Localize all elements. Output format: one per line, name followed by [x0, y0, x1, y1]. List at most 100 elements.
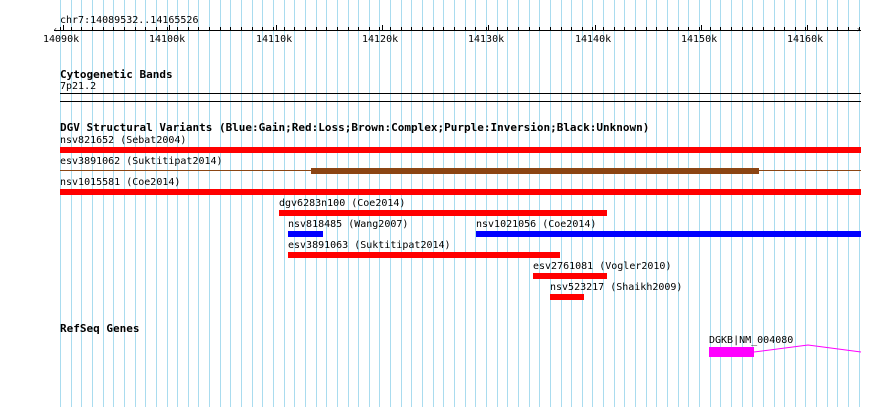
grid-line — [688, 0, 689, 407]
grid-line — [497, 0, 498, 407]
ruler-minor-tick — [284, 27, 285, 30]
ruler-minor-tick — [135, 27, 136, 30]
ruler-tick-label: 14140k — [575, 34, 612, 45]
ruler-minor-tick — [252, 27, 253, 30]
ruler-minor-tick — [571, 27, 572, 30]
ruler-major-tick — [595, 25, 596, 30]
ruler-tick-label: 14100k — [149, 34, 186, 45]
ruler-minor-tick — [379, 27, 380, 30]
variant-bar-nsv523217[interactable] — [550, 294, 584, 300]
ruler-major-tick — [807, 25, 808, 30]
ruler-tick-label: 14160k — [787, 34, 824, 45]
ruler-minor-tick — [475, 27, 476, 30]
variant-label-nsv818485[interactable]: nsv818485 (Wang2007) — [288, 220, 408, 230]
ruler-major-tick — [701, 25, 702, 30]
ruler-minor-tick — [422, 27, 423, 30]
variant-bar-nsv821652[interactable] — [60, 147, 861, 153]
grid-line — [81, 0, 82, 407]
ruler-minor-tick — [337, 27, 338, 30]
ruler-major-tick — [63, 25, 64, 30]
ruler-minor-tick — [859, 27, 860, 30]
ruler-minor-tick — [124, 27, 125, 30]
grid-line — [411, 0, 412, 407]
ruler-minor-tick — [582, 27, 583, 30]
ruler-minor-tick — [699, 27, 700, 30]
ruler-minor-tick — [518, 27, 519, 30]
grid-line — [539, 0, 540, 407]
ruler-minor-tick — [316, 27, 317, 30]
grid-line — [603, 0, 604, 407]
ruler-minor-tick — [198, 27, 199, 30]
ruler-minor-tick — [358, 27, 359, 30]
ruler-tick-label: 14090k — [43, 34, 80, 45]
ruler-minor-tick — [603, 27, 604, 30]
variant-label-nsv1015581[interactable]: nsv1015581 (Coe2014) — [60, 178, 180, 188]
ruler-minor-tick — [529, 27, 530, 30]
grid-line — [177, 0, 178, 407]
variant-label-esv3891063[interactable]: esv3891063 (Suktitipat2014) — [288, 241, 451, 251]
ruler-minor-tick — [369, 27, 370, 30]
ruler-minor-tick — [113, 27, 114, 30]
variant-bar-nsv1015581[interactable] — [60, 189, 861, 195]
variant-bar-nsv1021056[interactable] — [476, 231, 861, 237]
ruler-minor-tick — [177, 27, 178, 30]
ruler-minor-tick — [837, 27, 838, 30]
variant-bar-esv3891062[interactable] — [311, 168, 759, 174]
grid-line — [635, 0, 636, 407]
ruler-minor-tick — [816, 27, 817, 30]
grid-line — [678, 0, 679, 407]
grid-line — [486, 0, 487, 407]
ruler-minor-tick — [241, 27, 242, 30]
grid-line — [156, 0, 157, 407]
gene-exon-dgkb[interactable] — [709, 347, 754, 357]
variant-label-nsv821652[interactable]: nsv821652 (Sebat2004) — [60, 136, 186, 146]
variant-bar-dgv6283n100[interactable] — [279, 210, 607, 216]
ruler-minor-tick — [848, 27, 849, 30]
grid-line — [262, 0, 263, 407]
variant-label-nsv523217[interactable]: nsv523217 (Shaikh2009) — [550, 283, 682, 293]
gene-intron-dgkb — [754, 344, 862, 353]
ruler-minor-tick — [795, 27, 796, 30]
ruler-minor-tick — [656, 27, 657, 30]
ruler-minor-tick — [326, 27, 327, 30]
variant-bar-esv2761081[interactable] — [533, 273, 607, 279]
grid-line — [198, 0, 199, 407]
ruler-minor-tick — [805, 27, 806, 30]
ruler-minor-tick — [742, 27, 743, 30]
ruler-minor-tick — [507, 27, 508, 30]
variant-bar-esv3891063[interactable] — [288, 252, 560, 258]
grid-line — [433, 0, 434, 407]
variant-bar-nsv818485[interactable] — [288, 231, 323, 237]
grid-line — [465, 0, 466, 407]
variant-label-dgv6283n100[interactable]: dgv6283n100 (Coe2014) — [279, 199, 405, 209]
grid-line — [614, 0, 615, 407]
grid-line — [529, 0, 530, 407]
ruler-major-tick — [382, 25, 383, 30]
variant-label-nsv1021056[interactable]: nsv1021056 (Coe2014) — [476, 220, 596, 230]
ruler-minor-tick — [688, 27, 689, 30]
grid-line — [145, 0, 146, 407]
ruler-minor-tick — [731, 27, 732, 30]
grid-line — [646, 0, 647, 407]
ruler-minor-tick — [784, 27, 785, 30]
ruler-line — [54, 30, 861, 31]
ruler-minor-tick — [348, 27, 349, 30]
grid-line — [135, 0, 136, 407]
ruler-minor-tick — [614, 27, 615, 30]
ruler-minor-tick — [294, 27, 295, 30]
ruler-minor-tick — [465, 27, 466, 30]
dgv-track-title: DGV Structural Variants (Blue:Gain;Red:L… — [60, 121, 650, 134]
variant-label-esv3891062[interactable]: esv3891062 (Suktitipat2014) — [60, 157, 223, 167]
grid-line — [475, 0, 476, 407]
variant-label-esv2761081[interactable]: esv2761081 (Vogler2010) — [533, 262, 671, 272]
ruler-minor-tick — [592, 27, 593, 30]
grid-line — [230, 0, 231, 407]
ruler-minor-tick — [550, 27, 551, 30]
ruler-minor-tick — [774, 27, 775, 30]
ruler-minor-tick — [188, 27, 189, 30]
grid-line — [220, 0, 221, 407]
ruler-minor-tick — [561, 27, 562, 30]
cytoband-top-line — [60, 93, 861, 94]
ruler-minor-tick — [220, 27, 221, 30]
ruler-minor-tick — [103, 27, 104, 30]
